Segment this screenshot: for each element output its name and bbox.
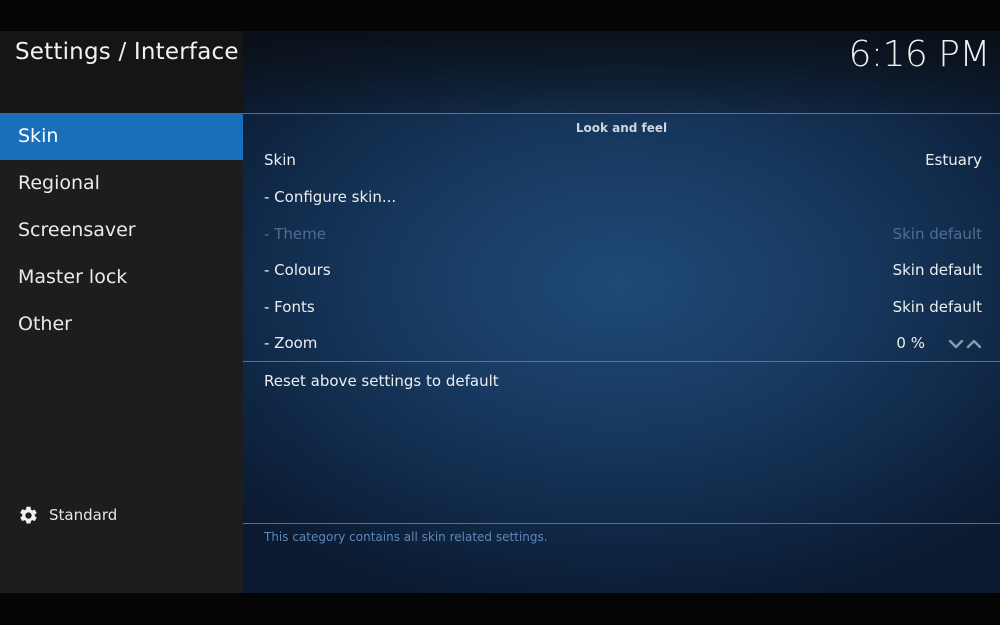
setting-label: - Colours [264, 261, 331, 279]
reset-settings-button[interactable]: Reset above settings to default [243, 363, 1000, 400]
gear-icon [20, 506, 37, 524]
clock: 6:16 PM [848, 34, 990, 75]
setting-value: Skin default [892, 261, 982, 279]
chevron-up-icon[interactable] [966, 337, 982, 351]
settings-level-button[interactable]: Standard [18, 503, 117, 527]
setting-label: Skin [264, 151, 296, 169]
chevron-down-icon[interactable] [948, 337, 964, 351]
category-description: This category contains all skin related … [264, 530, 548, 544]
letterbox-bottom [0, 593, 1000, 625]
zoom-spinner [948, 337, 982, 351]
group-title: Look and feel [575, 121, 668, 135]
reset-settings-label: Reset above settings to default [264, 372, 499, 390]
setting-label: - Configure skin... [264, 188, 397, 206]
zoom-value: 0 % [896, 334, 925, 352]
category-sidebar: Skin Regional Screensaver Master lock Ot… [0, 31, 243, 593]
category-item-other[interactable]: Other [0, 301, 243, 348]
setting-label: - Theme [264, 225, 326, 243]
bottom-divider [243, 523, 1000, 524]
setting-label: - Fonts [264, 298, 315, 316]
setting-row-theme: - Theme Skin default [243, 216, 1000, 253]
letterbox-top [0, 0, 1000, 31]
category-item-master-lock[interactable]: Master lock [0, 254, 243, 301]
category-item-skin[interactable]: Skin [0, 113, 243, 160]
settings-panel: Look and feel Skin Estuary - Configure s… [243, 31, 1000, 593]
setting-value: Skin default [892, 225, 982, 243]
category-item-regional[interactable]: Regional [0, 160, 243, 207]
settings-level-label: Standard [49, 506, 118, 524]
middle-divider [243, 361, 1000, 362]
page-title: Settings / Interface [15, 39, 239, 65]
settings-screen: Skin Regional Screensaver Master lock Ot… [0, 31, 1000, 593]
setting-row-skin[interactable]: Skin Estuary [243, 142, 1000, 179]
setting-label: - Zoom [264, 334, 318, 352]
setting-row-colours[interactable]: - Colours Skin default [243, 252, 1000, 289]
top-divider [243, 113, 1000, 114]
category-item-screensaver[interactable]: Screensaver [0, 207, 243, 254]
setting-value: Estuary [925, 151, 982, 169]
setting-row-fonts[interactable]: - Fonts Skin default [243, 289, 1000, 326]
setting-value: Skin default [892, 298, 982, 316]
setting-row-zoom[interactable]: - Zoom 0 % [243, 325, 1000, 362]
category-list: Skin Regional Screensaver Master lock Ot… [0, 113, 243, 348]
setting-row-configure-skin[interactable]: - Configure skin... [243, 179, 1000, 216]
